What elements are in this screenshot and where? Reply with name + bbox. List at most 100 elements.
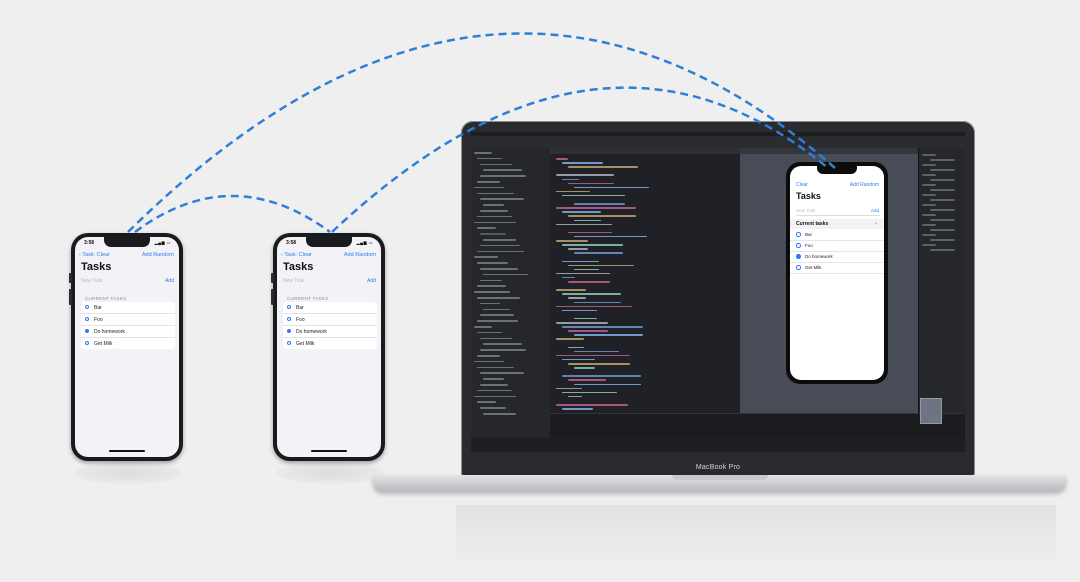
section-header[interactable]: Current tasks ⌄ xyxy=(790,219,884,229)
navigator-row xyxy=(477,389,512,392)
code-line xyxy=(556,338,584,340)
list-item[interactable]: Get Milk xyxy=(283,338,377,349)
code-line xyxy=(568,363,630,365)
new-task-input[interactable]: New Task xyxy=(283,278,305,284)
canvas-toolbar[interactable] xyxy=(740,148,918,154)
checkbox-checked-icon[interactable] xyxy=(796,254,801,259)
navigator-row xyxy=(477,355,500,357)
inspector-row xyxy=(930,209,955,211)
navigator-row xyxy=(483,239,516,241)
new-task-input[interactable]: New Task xyxy=(796,208,815,213)
battery-icon: ▂▄▆ ▭ xyxy=(356,240,373,245)
list-item[interactable]: Bar xyxy=(81,302,175,314)
inspector-row xyxy=(930,229,955,231)
inspector-panel[interactable] xyxy=(918,148,965,413)
task-label: Foo xyxy=(296,316,305,323)
status-time: 3:58 xyxy=(84,240,95,246)
scene: 3:58 ▂▄▆ ▭ ‹ Task: Clear Add Random Task… xyxy=(0,0,1080,582)
task-label: Do homework xyxy=(805,253,833,259)
iphone-middle: 3:58 ▂▄▆ ▭ ‹ Task: Clear Add Random Task… xyxy=(271,233,385,461)
inspector-row xyxy=(922,224,936,226)
list-item[interactable]: Get Milk xyxy=(790,262,884,274)
inspector-row xyxy=(922,214,936,216)
arc-left-to-middle-phone xyxy=(134,194,331,234)
checkbox-icon[interactable] xyxy=(85,341,89,345)
navigator-row xyxy=(483,413,516,415)
minimap[interactable] xyxy=(920,398,942,424)
checkbox-checked-icon[interactable] xyxy=(85,329,89,333)
list-item[interactable]: Do homework xyxy=(81,326,175,338)
navigator-row xyxy=(483,204,504,206)
checkbox-icon[interactable] xyxy=(287,341,291,345)
list-item[interactable]: Foo xyxy=(283,314,377,326)
section-title: Current tasks xyxy=(796,220,829,227)
code-line xyxy=(562,276,575,279)
inspector-row xyxy=(930,239,955,241)
navigator-row xyxy=(474,256,498,258)
back-label: Task: Clear xyxy=(284,252,312,258)
task-label: Get Milk xyxy=(94,340,113,347)
checkbox-icon[interactable] xyxy=(287,317,291,321)
navigator-row xyxy=(474,152,492,154)
navigator-row xyxy=(477,215,512,218)
navigator-row xyxy=(474,326,492,328)
navigator-row xyxy=(483,273,528,276)
task-label: Bar xyxy=(805,231,813,237)
back-button[interactable]: ‹ Task: Clear xyxy=(79,252,110,258)
code-line xyxy=(568,248,588,250)
navigator-row xyxy=(480,407,506,409)
navigator-row xyxy=(477,297,520,299)
navigator-row xyxy=(474,291,510,293)
checkbox-icon[interactable] xyxy=(796,232,801,237)
checkbox-icon[interactable] xyxy=(796,265,801,270)
code-editor[interactable] xyxy=(550,148,740,413)
list-item[interactable]: Do homework xyxy=(283,326,377,338)
checkbox-checked-icon[interactable] xyxy=(287,329,291,333)
navigator-row xyxy=(477,227,496,229)
task-list: Bar Foo Do homework Get Milk xyxy=(283,302,377,349)
add-button[interactable]: Add xyxy=(367,278,376,284)
add-random-button[interactable]: Add Random xyxy=(344,252,376,258)
list-item[interactable]: Bar xyxy=(283,302,377,314)
code-line xyxy=(568,166,638,168)
checkbox-icon[interactable] xyxy=(85,305,89,309)
code-line xyxy=(556,387,582,390)
navigator-row xyxy=(477,157,502,160)
new-task-input[interactable]: New Task xyxy=(81,278,103,284)
back-button[interactable]: ‹ Task: Clear xyxy=(281,252,312,258)
project-navigator[interactable] xyxy=(471,148,551,438)
checkbox-icon[interactable] xyxy=(287,305,291,309)
side-button xyxy=(69,289,72,305)
inspector-row xyxy=(922,154,936,156)
inspector-row xyxy=(930,249,955,251)
task-list: Bar Foo Do homework Get Milk xyxy=(81,302,175,349)
editor-tab-bar[interactable] xyxy=(550,148,740,154)
code-line xyxy=(574,268,599,271)
list-item[interactable]: Get Milk xyxy=(81,338,175,349)
code-line xyxy=(574,301,621,303)
navigator-row xyxy=(477,366,514,369)
inspector-row xyxy=(922,204,936,206)
checkbox-icon[interactable] xyxy=(796,243,801,248)
code-line xyxy=(562,211,601,213)
checkbox-icon[interactable] xyxy=(85,317,89,321)
inspector-row xyxy=(930,169,955,171)
home-indicator xyxy=(109,450,145,452)
code-line xyxy=(568,264,634,267)
phone-screen: 3:58 ▂▄▆ ▭ ‹ Task: Clear Add Random Task… xyxy=(75,237,179,457)
list-item[interactable]: Foo xyxy=(81,314,175,326)
home-indicator xyxy=(311,450,347,452)
navigator-row xyxy=(480,349,526,351)
code-line xyxy=(574,186,649,189)
add-random-button[interactable]: Add Random xyxy=(142,252,174,258)
code-line xyxy=(556,404,628,406)
inspector-row xyxy=(930,219,955,221)
code-line xyxy=(562,178,579,180)
add-button[interactable]: Add xyxy=(871,208,879,213)
task-label: Get Milk xyxy=(296,340,315,347)
code-line xyxy=(568,395,582,398)
add-random-button[interactable]: Add Random xyxy=(850,182,879,188)
navigator-row xyxy=(477,285,506,287)
clear-button[interactable]: Clear xyxy=(796,182,808,188)
add-button[interactable]: Add xyxy=(165,278,174,284)
